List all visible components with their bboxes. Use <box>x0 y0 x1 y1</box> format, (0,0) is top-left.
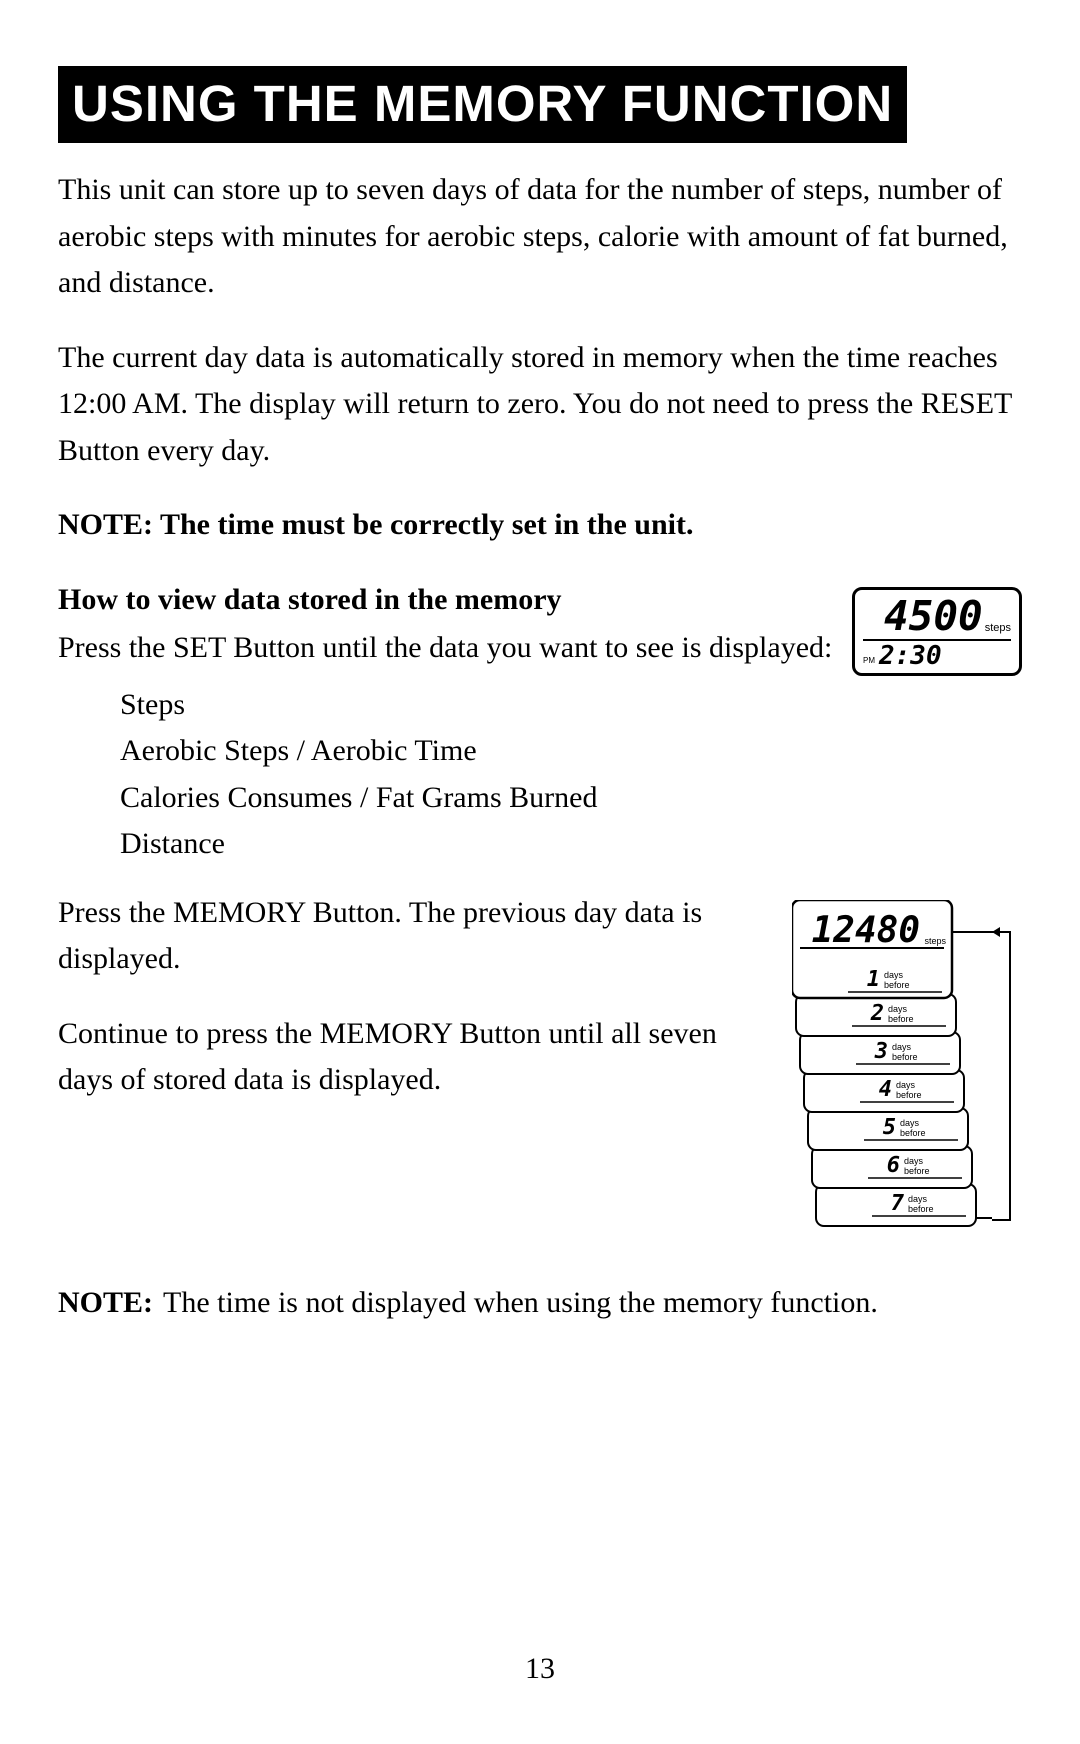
svg-text:7: 7 <box>891 1191 905 1216</box>
intro-paragraph-1: This unit can store up to seven days of … <box>58 167 1022 307</box>
svg-text:6: 6 <box>887 1153 900 1178</box>
memory-paragraph-1: Press the MEMORY Button. The previous da… <box>58 890 774 983</box>
memory-text-column: Press the MEMORY Button. The previous da… <box>58 890 774 1132</box>
svg-text:days: days <box>892 1042 912 1052</box>
intro-paragraph-2: The current day data is automatically st… <box>58 335 1022 475</box>
svg-text:2: 2 <box>870 1001 884 1026</box>
lcd-memory-stack: 7daysbefore6daysbefore5daysbefore4daysbe… <box>792 890 1022 1238</box>
note-text: The time is not displayed when using the… <box>163 1280 878 1327</box>
svg-text:before: before <box>896 1090 922 1100</box>
svg-text:days: days <box>900 1118 920 1128</box>
howto-intro-text: Press the SET Button until the data you … <box>58 625 834 672</box>
svg-text:3: 3 <box>874 1039 888 1064</box>
howto-text-column: How to view data stored in the memory Pr… <box>58 577 834 672</box>
lcd-display-current: 4500 steps PM 2:30 <box>852 577 1022 676</box>
svg-text:before: before <box>904 1166 930 1176</box>
memory-section: Press the MEMORY Button. The previous da… <box>58 890 1022 1238</box>
lcd-screen-1: 4500 steps PM 2:30 <box>852 587 1022 676</box>
list-item: Calories Consumes / Fat Grams Burned <box>120 775 1022 822</box>
svg-text:5: 5 <box>883 1115 896 1140</box>
data-type-list: Steps Aerobic Steps / Aerobic Time Calor… <box>120 682 1022 868</box>
list-item: Steps <box>120 682 1022 729</box>
svg-text:days: days <box>884 970 904 980</box>
note-memory-time: NOTE: The time is not displayed when usi… <box>58 1280 1022 1327</box>
svg-text:steps: steps <box>924 936 946 946</box>
howto-subheading: How to view data stored in the memory <box>58 577 834 624</box>
note-label: NOTE: <box>58 1280 153 1327</box>
svg-text:before: before <box>884 980 910 990</box>
svg-text:before: before <box>892 1052 918 1062</box>
svg-text:days: days <box>908 1194 928 1204</box>
svg-text:before: before <box>900 1128 926 1138</box>
svg-text:before: before <box>908 1204 934 1214</box>
section-title: USING THE MEMORY FUNCTION <box>58 66 907 143</box>
svg-text:before: before <box>888 1014 914 1024</box>
memory-stack-svg: 7daysbefore6daysbefore5daysbefore4daysbe… <box>792 900 1022 1238</box>
svg-text:days: days <box>888 1004 908 1014</box>
svg-text:4: 4 <box>879 1077 892 1102</box>
list-item: Distance <box>120 821 1022 868</box>
lcd1-unit: steps <box>985 623 1011 634</box>
howto-section: How to view data stored in the memory Pr… <box>58 577 1022 676</box>
list-item: Aerobic Steps / Aerobic Time <box>120 728 1022 775</box>
memory-paragraph-2: Continue to press the MEMORY Button unti… <box>58 1011 774 1104</box>
page-number: 13 <box>0 1652 1080 1686</box>
body-content: This unit can store up to seven days of … <box>58 167 1022 1326</box>
svg-text:12480: 12480 <box>812 910 920 951</box>
note-time-set: NOTE: The time must be correctly set in … <box>58 502 1022 549</box>
svg-text:days: days <box>904 1156 924 1166</box>
svg-text:days: days <box>896 1080 916 1090</box>
manual-page: USING THE MEMORY FUNCTION This unit can … <box>0 0 1080 1744</box>
lcd1-time: 2:30 <box>879 643 942 669</box>
svg-text:1: 1 <box>867 967 880 992</box>
lcd1-value: 4500 <box>884 596 983 637</box>
lcd1-pm-indicator: PM <box>863 657 875 665</box>
